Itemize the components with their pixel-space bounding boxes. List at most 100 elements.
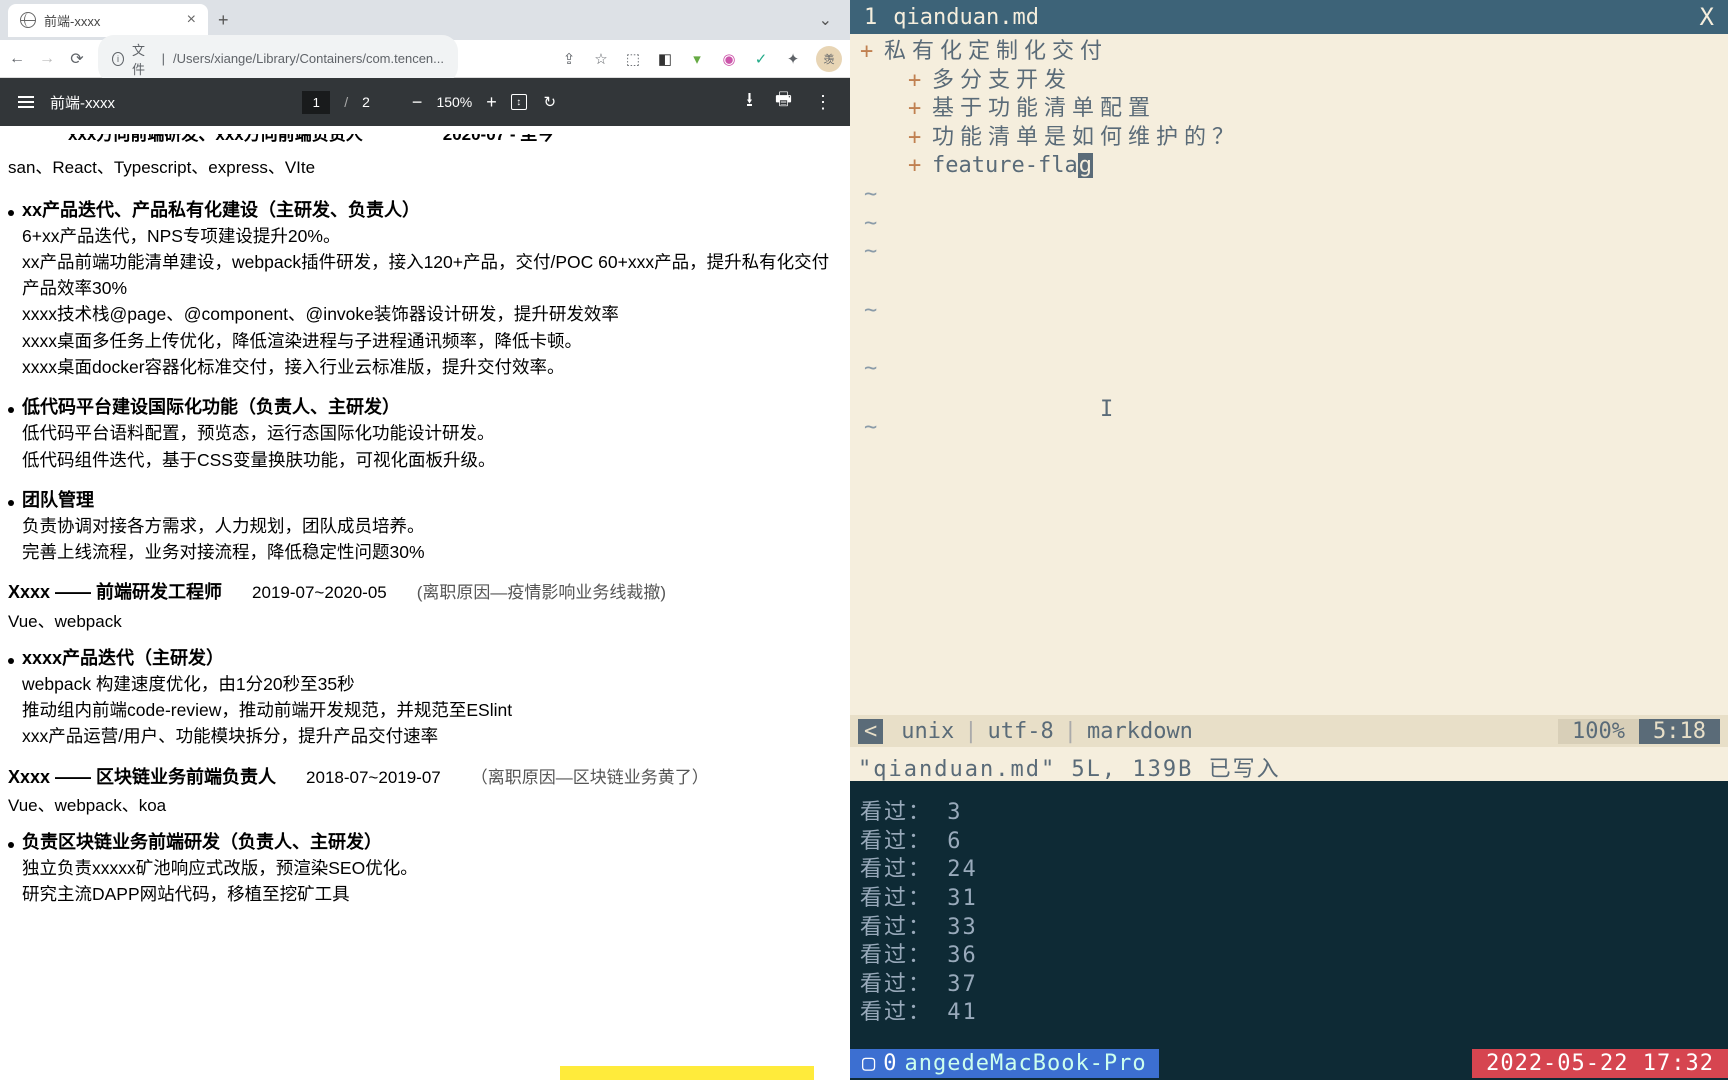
job-reason: （离职原因—区块链业务黄了）: [471, 766, 709, 791]
browser-tab[interactable]: 前端-xxxx ×: [8, 4, 208, 37]
extension-icon[interactable]: ◉: [720, 50, 738, 68]
vim-line-text: 基于功能清单配置: [932, 95, 1156, 124]
pdf-toolbar: 前端-xxxx / 2 − 150% + ↕ ↻ ⭳ 🖶 ⋮: [0, 78, 850, 126]
bullet-icon: [8, 842, 14, 848]
browser-toolbar: ← → ⟳ i 文件 | /Users/xiange/Library/Conta…: [0, 40, 850, 78]
url-path: /Users/xiange/Library/Containers/com.ten…: [173, 51, 444, 66]
vim-tab-filename[interactable]: qianduan.md: [887, 5, 1045, 30]
bookmark-star-icon[interactable]: ☆: [592, 50, 610, 68]
vim-tilde: ~: [860, 414, 1728, 443]
extension-icon[interactable]: ✓: [752, 50, 770, 68]
more-icon[interactable]: ⋮: [814, 92, 832, 113]
section-body: 独立负责xxxxx矿池响应式改版，预渲染SEO优化。 研究主流DAPP网站代码，…: [22, 855, 832, 908]
section-body: 6+xx产品迭代，NPS专项建设提升20%。 xx产品前端功能清单建设，webp…: [22, 223, 832, 381]
skill-line: Vue、webpack、koa: [8, 794, 832, 819]
vim-line-text: 功能清单是如何维护的？: [932, 124, 1240, 153]
bullet-icon: [8, 658, 14, 664]
page-separator: /: [344, 94, 348, 110]
back-button[interactable]: ←: [8, 50, 26, 68]
vim-tab-number: 1: [850, 5, 887, 30]
profile-avatar[interactable]: 羡: [816, 46, 842, 72]
vim-line-text: 私有化定制化交付: [884, 38, 1108, 67]
address-bar[interactable]: i 文件 | /Users/xiange/Library/Containers/…: [98, 35, 458, 83]
terminal-line: 看过： 41: [860, 999, 1718, 1028]
vim-editor[interactable]: 1 qianduan.md X +私有化定制化交付 +多分支开发 +基于功能清单…: [850, 0, 1728, 781]
tab-title: 前端-xxxx: [44, 11, 100, 30]
job-date: 2019-07~2020-05: [252, 581, 387, 606]
vim-tilde: ~: [860, 210, 1728, 239]
vim-statusline: < unix | utf-8 | markdown 100% 5:18: [850, 715, 1728, 747]
close-icon[interactable]: ×: [187, 12, 196, 28]
vim-buffer[interactable]: +私有化定制化交付 +多分支开发 +基于功能清单配置 +功能清单是如何维护的？ …: [850, 34, 1728, 715]
terminal-output[interactable]: 看过： 3 看过： 6 看过： 24 看过： 31 看过： 33 看过： 36 …: [850, 781, 1728, 1046]
skill-line: san、React、Typescript、express、VIte: [8, 156, 832, 181]
page-total: 2: [362, 94, 370, 110]
fold-plus-icon[interactable]: +: [908, 124, 932, 153]
tabs-dropdown-icon[interactable]: ⌄: [819, 10, 832, 30]
section-heading: 团队管理: [22, 487, 94, 513]
vim-message: "qianduan.md" 5L, 139B 已写入: [850, 747, 1728, 781]
extension-icon[interactable]: ⬚: [624, 50, 642, 68]
vim-tabline: 1 qianduan.md X: [850, 0, 1728, 34]
vim-cursor: g: [1078, 153, 1093, 178]
job-title: Xxxx —— 区块链业务前端负责人: [8, 764, 276, 790]
extension-icon[interactable]: ◧: [656, 50, 674, 68]
fold-plus-icon[interactable]: +: [908, 152, 932, 181]
status-encoding: utf-8: [977, 719, 1063, 744]
status-filetype: markdown: [1077, 719, 1203, 744]
skill-line: Vue、webpack: [8, 610, 832, 635]
vim-line-text: 多分支开发: [932, 67, 1072, 96]
fold-plus-icon[interactable]: +: [908, 67, 932, 96]
vim-tilde: ~: [860, 355, 1728, 384]
tmux-hostname: angedeMacBook-Pro: [905, 1051, 1147, 1076]
text-cursor-icon: I: [1100, 396, 1113, 425]
terminal-line: 看过： 37: [860, 971, 1718, 1000]
terminal-line: 看过： 31: [860, 885, 1718, 914]
menu-icon[interactable]: [18, 96, 34, 108]
section-body: 低代码平台语料配置，预览态，运行态国际化功能设计研发。 低代码组件迭代，基于CS…: [22, 420, 832, 473]
site-info-icon[interactable]: i: [112, 52, 124, 66]
section-body: webpack 构建速度优化，由1分20秒至35秒 推动组内前端code-rev…: [22, 671, 832, 750]
extensions-puzzle-icon[interactable]: ✦: [784, 50, 802, 68]
pdf-title: 前端-xxxx: [50, 92, 115, 113]
section-heading: 负责区块链业务前端研发（负责人、主研发）: [22, 829, 382, 855]
vim-tab-close[interactable]: X: [1686, 3, 1728, 31]
fold-plus-icon[interactable]: +: [860, 38, 884, 67]
tmux-statusbar: ▢ 0 angedeMacBook-Pro 2022-05-22 17:32: [850, 1046, 1728, 1080]
fit-page-icon[interactable]: ↕: [511, 94, 527, 110]
terminal-line: 看过： 6: [860, 828, 1718, 857]
download-icon[interactable]: ⭳: [746, 85, 753, 119]
rotate-icon[interactable]: ↻: [541, 93, 559, 111]
forward-button: →: [38, 50, 56, 68]
vim-line-text: feature-flag: [932, 152, 1093, 181]
print-icon[interactable]: 🖶: [775, 87, 792, 117]
job-date: 2018-07~2019-07: [306, 766, 441, 791]
new-tab-button[interactable]: +: [218, 10, 229, 31]
section-heading: xx产品迭代、产品私有化建设（主研发、负责人）: [22, 197, 420, 223]
status-position: 5:18: [1639, 719, 1720, 744]
fold-plus-icon[interactable]: +: [908, 95, 932, 124]
page-number-input[interactable]: [302, 91, 330, 114]
terminal-line: 看过： 36: [860, 942, 1718, 971]
statusline-arrow-icon: <: [858, 719, 883, 744]
vim-tilde: ~: [860, 297, 1728, 326]
zoom-in-button[interactable]: +: [486, 92, 497, 113]
bullet-icon: [8, 210, 14, 216]
job-title: Xxxx —— 前端研发工程师: [8, 579, 222, 605]
job-header-left: xxx方向前端研发、xxx方向前端负责人: [68, 134, 363, 148]
section-body: 负责协调对接各方需求，人力规划，团队成员培养。 完善上线流程，业务对接流程，降低…: [22, 513, 832, 566]
terminal-line: 看过： 33: [860, 914, 1718, 943]
status-fileformat: unix: [891, 719, 964, 744]
job-reason: (离职原因—疫情影响业务线裁撤): [417, 581, 666, 606]
vim-tilde: ~: [860, 181, 1728, 210]
job-header-right: 2020-07 - 至今: [443, 134, 555, 148]
zoom-level: 150%: [436, 94, 472, 110]
share-icon[interactable]: ⇪: [560, 50, 578, 68]
reload-button[interactable]: ⟳: [68, 49, 86, 69]
pdf-viewport[interactable]: xxx方向前端研发、xxx方向前端负责人 2020-07 - 至今 san、Re…: [0, 126, 850, 1080]
extension-icon[interactable]: ▾: [688, 50, 706, 68]
tmux-session-number: 0: [883, 1051, 896, 1076]
zoom-out-button[interactable]: −: [412, 92, 423, 113]
subtitle-caption: 产品的一些特性: [560, 1066, 814, 1080]
url-scheme-label: 文件: [132, 40, 154, 78]
